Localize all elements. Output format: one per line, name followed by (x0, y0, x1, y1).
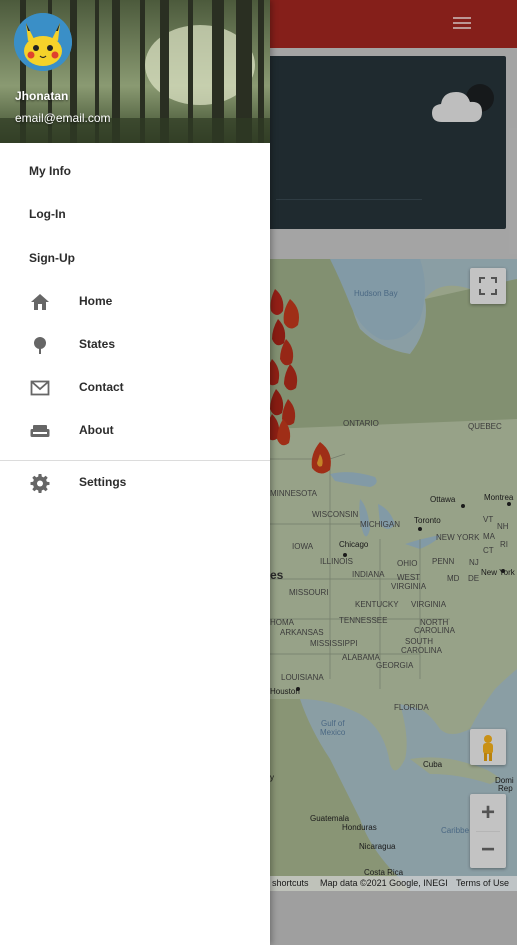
map-label: MICHIGAN (360, 520, 400, 529)
map-label: VT (483, 515, 493, 524)
zoom-control: + − (470, 794, 506, 868)
map-label: GEORGIA (376, 661, 414, 670)
map-label: OHIO (397, 559, 417, 568)
map-label: PENN (432, 557, 454, 566)
zoom-out-button[interactable]: − (470, 832, 506, 868)
home-icon (31, 294, 49, 310)
map-label: Guatemala (310, 814, 350, 823)
map-label: VIRGINIA (411, 600, 447, 609)
map-label: MISSISSIPPI (310, 639, 358, 648)
menu-icon[interactable] (450, 14, 474, 34)
map-label: Hudson Bay (354, 289, 398, 298)
nav-item-settings[interactable]: Settings (0, 464, 270, 502)
map-label: Cuba (423, 760, 443, 769)
nav-item-about[interactable]: About (0, 412, 270, 450)
weather-divider (276, 199, 422, 200)
map-label: DE (468, 574, 479, 583)
map-label: Caribbe (441, 826, 470, 835)
nav-item-label: Settings (79, 475, 127, 489)
map-label: SOUTH (405, 637, 433, 646)
map-label: y (270, 773, 274, 782)
map-label: New York (481, 568, 516, 577)
map-label: Houston (270, 687, 300, 696)
drawer-divider (0, 460, 270, 461)
map-label: HOMA (270, 618, 295, 627)
map-label: TENNESSEE (339, 616, 387, 625)
zoom-in-button[interactable]: + (470, 794, 506, 831)
user-name: Jhonatan (15, 89, 69, 103)
map-label: CAROLINA (414, 626, 456, 635)
nav-item-label: Sign-Up (29, 251, 75, 265)
nav-item-label: States (79, 337, 116, 351)
drawer-header: Jhonatan email@email.com (0, 0, 270, 143)
map-label: NJ (469, 558, 479, 567)
gear-icon (30, 474, 50, 493)
map-label: ALABAMA (342, 653, 380, 662)
map-label: Toronto (414, 516, 441, 525)
nav-item-sign-up[interactable]: Sign-Up (0, 240, 270, 278)
map-label: VIRGINIA (391, 582, 427, 591)
nav-item-contact[interactable]: Contact (0, 369, 270, 407)
nav-item-my-info[interactable]: My Info (0, 153, 270, 191)
map-label: KENTUCKY (355, 600, 399, 609)
map-label: Honduras (342, 823, 377, 832)
nav-item-label: My Info (29, 164, 71, 178)
map-label: MD (447, 574, 460, 583)
map-label: IOWA (292, 542, 314, 551)
map-label: Gulf of (321, 719, 345, 728)
map-label: Chicago (339, 540, 369, 549)
nav-item-label: Home (79, 294, 113, 308)
map-label: MA (483, 532, 496, 541)
map-label: WEST (397, 573, 420, 582)
map-label: RI (500, 540, 508, 549)
map-label: INDIANA (352, 570, 385, 579)
map-label: Nicaragua (359, 842, 396, 851)
map-label: MISSOURI (289, 588, 329, 597)
nav-item-log-in[interactable]: Log-In (0, 196, 270, 234)
mail-icon (30, 380, 50, 396)
keyboard-shortcuts-link[interactable]: shortcuts (272, 876, 309, 891)
nav-item-label: About (79, 423, 114, 437)
couch-icon (30, 425, 50, 437)
map-label: Mexico (320, 728, 346, 737)
nav-item-label: Log-In (29, 207, 66, 221)
map-label: LOUISIANA (281, 673, 324, 682)
map-label: CT (483, 546, 494, 555)
map-label: ONTARIO (343, 419, 379, 428)
navigation-drawer: Jhonatan email@email.com My Info Log-In … (0, 0, 270, 945)
map-label: es (270, 568, 284, 582)
map-label: ARKANSAS (280, 628, 324, 637)
map-label: WISCONSIN (312, 510, 358, 519)
map-data-text: Map data ©2021 Google, INEGI (320, 878, 448, 888)
nav-item-home[interactable]: Home (0, 283, 270, 321)
map-label: Rep (498, 784, 513, 793)
cloud-moon-icon (432, 84, 494, 122)
pegman-icon[interactable] (470, 729, 506, 765)
map-label: NH (497, 522, 509, 531)
map-label: Ottawa (430, 495, 456, 504)
tree-icon (34, 337, 46, 354)
nav-item-states[interactable]: States (0, 326, 270, 364)
map-label: MINNESOTA (270, 489, 318, 498)
map-label: Montrea (484, 493, 514, 502)
map-label: CAROLINA (401, 646, 443, 655)
map-label: QUEBEC (468, 422, 502, 431)
terms-link[interactable]: Terms of Use (456, 876, 509, 891)
map-label: FLORIDA (394, 703, 429, 712)
nav-item-label: Contact (79, 380, 124, 394)
pikachu-avatar[interactable] (14, 13, 72, 71)
user-email: email@email.com (15, 111, 111, 125)
map-label: ILLINOIS (320, 557, 353, 566)
fullscreen-icon[interactable] (470, 268, 506, 304)
map-label: NEW YORK (436, 533, 480, 542)
